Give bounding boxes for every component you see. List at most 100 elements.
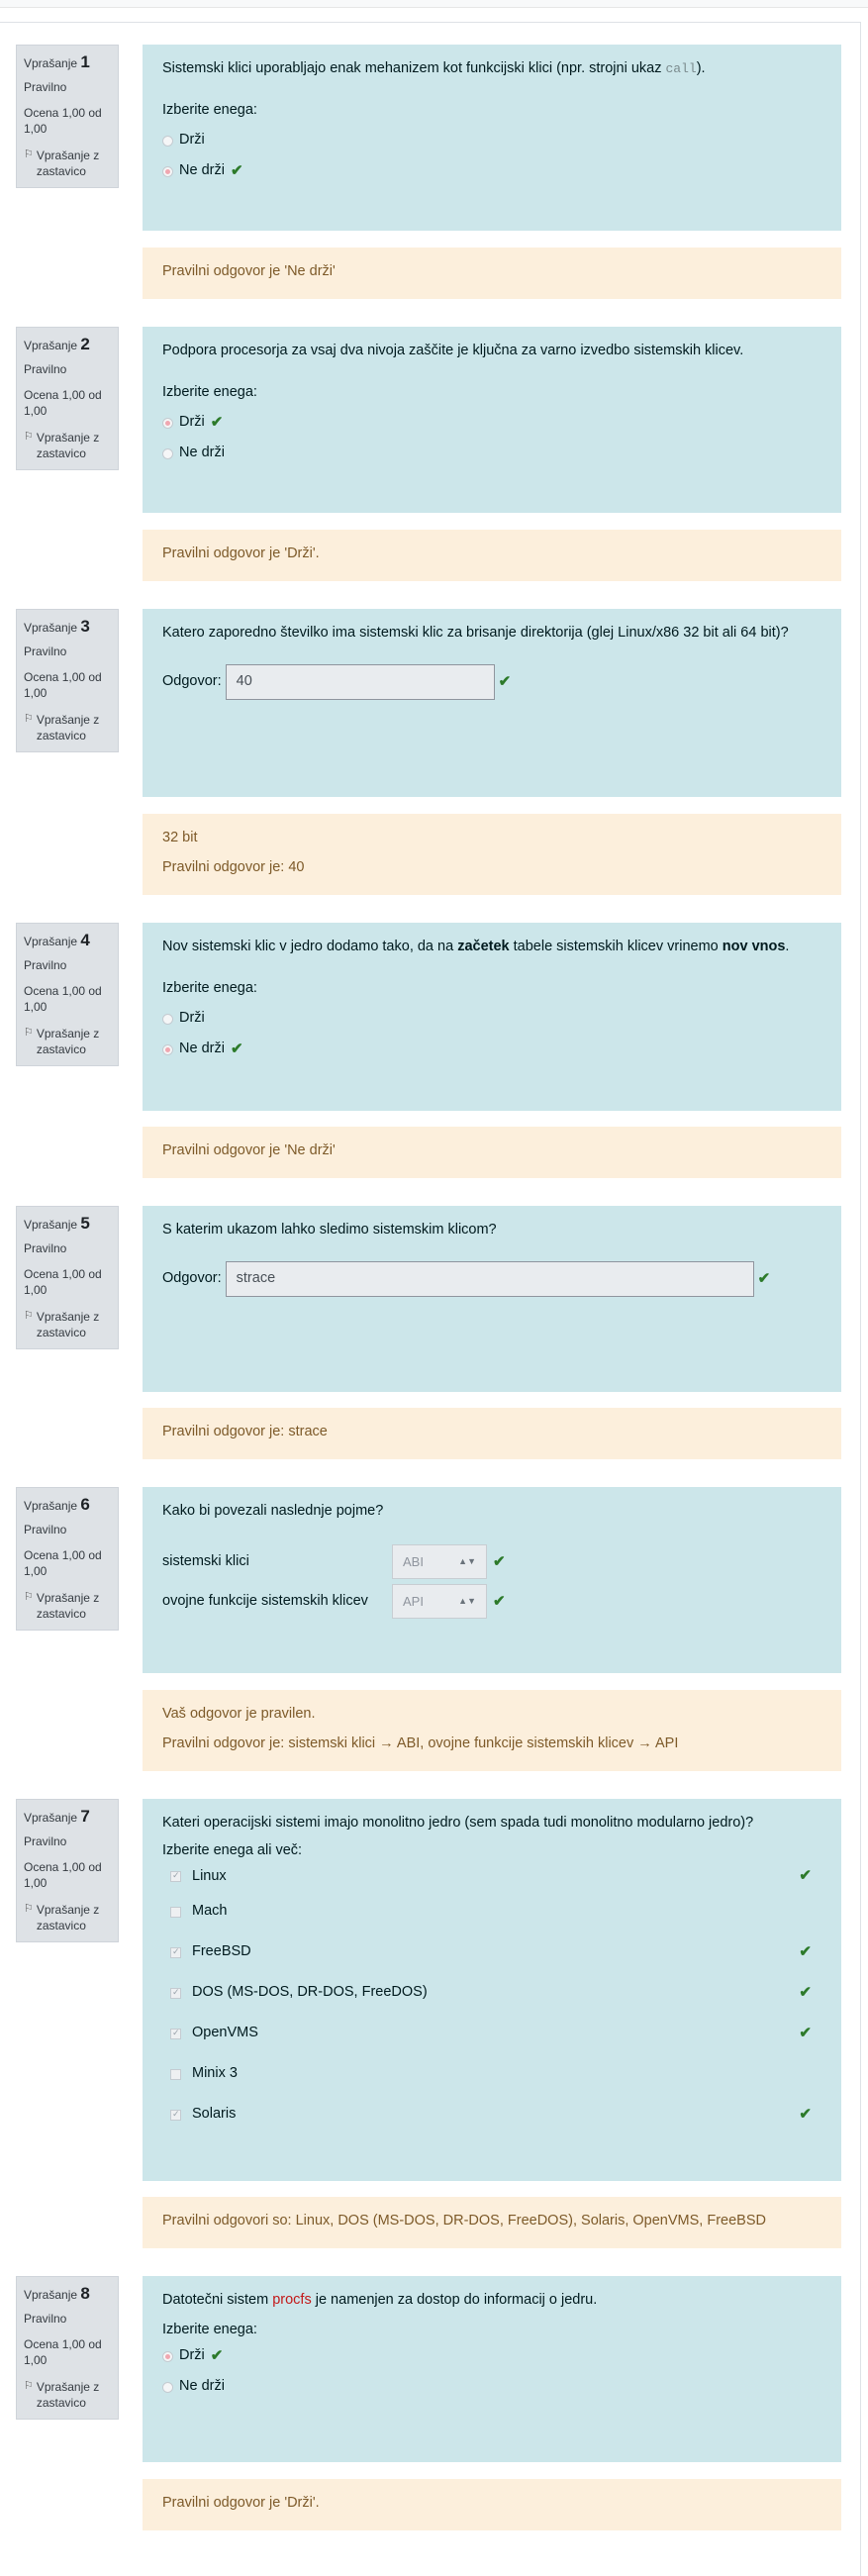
- flag-question-link[interactable]: ⚐ Vprašanje z zastavico: [24, 1309, 111, 1340]
- match-stem: ovojne funkcije sistemskih klicev: [162, 1592, 368, 1609]
- question-state: Pravilno: [24, 957, 67, 972]
- select-arrows-icon: ▲▼: [458, 1556, 476, 1566]
- correct-check-icon: ✔: [210, 413, 224, 431]
- radio-button[interactable]: [162, 447, 173, 459]
- question-grade: Ocena 1,00 od 1,00: [24, 1267, 102, 1298]
- question-text: Kateri operacijski sistemi imajo monolit…: [162, 1815, 754, 1831]
- correct-check-icon: ✔: [493, 1552, 506, 1570]
- select-arrows-icon: ▲▼: [458, 1596, 476, 1606]
- option-freebsd[interactable]: FreeBSD✔: [162, 1932, 821, 1973]
- checkbox-checked[interactable]: [170, 1869, 181, 1883]
- feedback-6: Vaš odgovor je pravilen. Pravilni odgovo…: [143, 1690, 841, 1771]
- flag-label: Vprašanje z zastavico: [36, 1309, 100, 1339]
- radio-button-selected[interactable]: [162, 165, 173, 177]
- flag-question-link[interactable]: ⚐ Vprašanje z zastavico: [24, 430, 111, 461]
- flag-question-link[interactable]: ⚐ Vprašanje z zastavico: [24, 148, 111, 179]
- feedback-4: Pravilni odgovor je 'Ne drži': [143, 1127, 841, 1178]
- flag-question-link[interactable]: ⚐ Vprašanje z zastavico: [24, 712, 111, 743]
- radio-button-selected[interactable]: [162, 417, 173, 429]
- flag-icon: ⚐: [24, 1902, 34, 1915]
- option-openvms[interactable]: OpenVMS✔: [162, 2014, 821, 2054]
- question-grade: Ocena 1,00 od 1,00: [24, 2337, 102, 2368]
- feedback-2: Pravilni odgovor je 'Drži'.: [143, 530, 841, 581]
- radio-button[interactable]: [162, 1013, 173, 1025]
- question-prefix: Vprašanje: [24, 621, 78, 635]
- correct-check-icon: ✔: [493, 1592, 506, 1610]
- general-feedback-text: Vaš odgovor je pravilen.: [162, 1706, 316, 1722]
- option-drzi[interactable]: Drži: [162, 126, 821, 156]
- question-state: Pravilno: [24, 1522, 67, 1536]
- radio-button-selected[interactable]: [162, 1043, 173, 1055]
- question-content-7: Kateri operacijski sistemi imajo monolit…: [143, 1799, 841, 2181]
- question-number: 7: [80, 1807, 90, 1826]
- question-text: Nov sistemski klic v jedro dodamo tako, …: [162, 939, 790, 954]
- option-solaris[interactable]: Solaris✔: [162, 2095, 821, 2135]
- option-ne-drzi[interactable]: Ne drži ✔: [162, 1035, 821, 1065]
- question-state: Pravilno: [24, 361, 67, 376]
- option-linux[interactable]: Linux✔: [162, 1862, 821, 1892]
- checkbox-checked[interactable]: [170, 1945, 181, 1958]
- flag-label: Vprašanje z zastavico: [36, 148, 100, 178]
- question-content-1: Sistemski klici uporabljajo enak mehaniz…: [143, 45, 841, 231]
- choose-one-prompt: Izberite enega:: [162, 979, 257, 996]
- top-bar: [0, 0, 868, 8]
- match-select[interactable]: API ▲▼: [392, 1584, 487, 1620]
- correct-check-icon: ✔: [799, 2105, 812, 2123]
- question-text: Kako bi povezali naslednje pojme?: [162, 1503, 384, 1519]
- question-prefix: Vprašanje: [24, 2288, 78, 2302]
- question-number: 3: [80, 617, 90, 636]
- flag-question-link[interactable]: ⚐ Vprašanje z zastavico: [24, 2379, 111, 2411]
- option-ne-drzi[interactable]: Ne drži: [162, 439, 821, 469]
- flag-icon: ⚐: [24, 1309, 34, 1322]
- option-mach[interactable]: Mach: [162, 1892, 821, 1932]
- match-select[interactable]: ABI ▲▼: [392, 1544, 487, 1580]
- flag-icon: ⚐: [24, 712, 34, 725]
- option-dos[interactable]: DOS (MS-DOS, DR-DOS, FreeDOS)✔: [162, 1973, 821, 2014]
- question-info-8: Vprašanje 8 Pravilno Ocena 1,00 od 1,00 …: [16, 2276, 119, 2420]
- radio-button[interactable]: [162, 135, 173, 147]
- answer-label: Odgovor:: [162, 1269, 222, 1286]
- answer-input[interactable]: 40: [225, 663, 495, 700]
- question-content-5: S katerim ukazom lahko sledimo sistemski…: [143, 1206, 841, 1392]
- flag-icon: ⚐: [24, 148, 34, 160]
- checkbox-checked[interactable]: [170, 2027, 181, 2039]
- specific-feedback-text: 32 bit: [162, 830, 198, 845]
- flag-label: Vprašanje z zastavico: [36, 1026, 100, 1056]
- flag-question-link[interactable]: ⚐ Vprašanje z zastavico: [24, 1590, 111, 1622]
- question-prefix: Vprašanje: [24, 1499, 78, 1513]
- question-grade: Ocena 1,00 od 1,00: [24, 984, 102, 1015]
- radio-button[interactable]: [162, 2381, 173, 2393]
- option-drzi[interactable]: Drži ✔: [162, 408, 821, 439]
- answer-input[interactable]: strace: [225, 1260, 754, 1297]
- radio-button-selected[interactable]: [162, 2350, 173, 2362]
- flag-question-link[interactable]: ⚐ Vprašanje z zastavico: [24, 1902, 111, 1933]
- option-drzi[interactable]: Drži ✔: [162, 2341, 821, 2372]
- choose-one-prompt: Izberite enega:: [162, 101, 257, 118]
- question-info-7: Vprašanje 7 Pravilno Ocena 1,00 od 1,00 …: [16, 1799, 119, 1942]
- correct-answer-text: Pravilni odgovor je: sistemski klici → A…: [162, 1734, 679, 1751]
- question-text: S katerim ukazom lahko sledimo sistemski…: [162, 1222, 497, 1238]
- question-number: 4: [80, 931, 90, 949]
- option-ne-drzi[interactable]: Ne drži ✔: [162, 156, 821, 187]
- question-info-2: Vprašanje 2 Pravilno Ocena 1,00 od 1,00 …: [16, 327, 119, 470]
- question-content-3: Katero zaporedno številko ima sistemski …: [143, 609, 841, 797]
- question-info-5: Vprašanje 5 Pravilno Ocena 1,00 od 1,00 …: [16, 1206, 119, 1349]
- question-number: 8: [80, 2284, 90, 2303]
- option-ne-drzi[interactable]: Ne drži: [162, 2372, 821, 2403]
- flag-label: Vprašanje z zastavico: [36, 430, 100, 460]
- question-content-4: Nov sistemski klic v jedro dodamo tako, …: [143, 923, 841, 1111]
- correct-check-icon: ✔: [799, 2024, 812, 2041]
- question-grade: Ocena 1,00 od 1,00: [24, 388, 102, 419]
- option-minix3[interactable]: Minix 3: [162, 2054, 821, 2095]
- flag-label: Vprašanje z zastavico: [36, 1902, 100, 1932]
- question-text: Datotečni sistem procfs je namenjen za d…: [162, 2292, 598, 2308]
- checkbox-checked[interactable]: [170, 1986, 181, 1999]
- checkbox[interactable]: [170, 2068, 181, 2080]
- checkbox-checked[interactable]: [170, 2108, 181, 2121]
- option-drzi[interactable]: Drži: [162, 1004, 821, 1035]
- correct-check-icon: ✔: [498, 672, 512, 690]
- correct-answer-text: Pravilni odgovor je 'Drži'.: [162, 2495, 320, 2511]
- flag-question-link[interactable]: ⚐ Vprašanje z zastavico: [24, 1026, 111, 1057]
- question-number: 5: [80, 1214, 90, 1233]
- checkbox[interactable]: [170, 1906, 181, 1918]
